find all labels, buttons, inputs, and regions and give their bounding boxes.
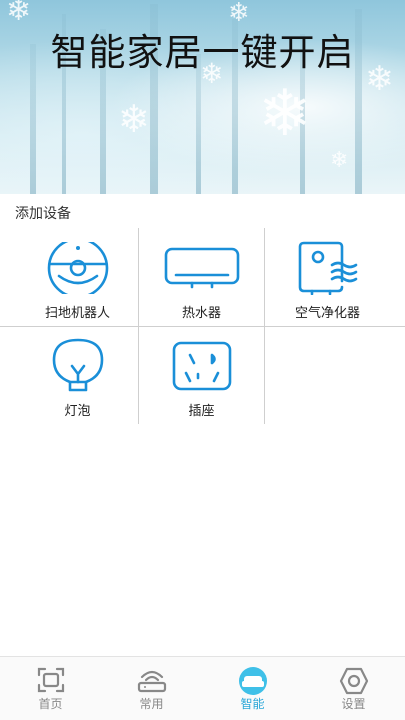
nav-label: 首页: [38, 697, 63, 711]
device-air-purifier[interactable]: 空气净化器: [260, 228, 395, 326]
snowflake-icon: ❄: [330, 148, 349, 173]
device-robot-vacuum[interactable]: 扫地机器人: [10, 228, 145, 326]
nav-smart[interactable]: 智能: [202, 657, 303, 720]
router-icon: [101, 667, 202, 695]
device-label: 空气净化器: [294, 306, 360, 321]
robot-vacuum-icon: [10, 238, 145, 298]
nav-common[interactable]: 常用: [101, 657, 202, 720]
settings-hexagon-icon: [303, 667, 404, 695]
light-bulb-icon: [10, 336, 145, 396]
home-frame-icon: [0, 667, 101, 695]
device-light-bulb[interactable]: 灯泡: [10, 326, 145, 424]
device-water-heater[interactable]: 热水器: [134, 228, 269, 326]
air-purifier-icon: [260, 238, 395, 298]
device-label: 灯泡: [64, 404, 91, 419]
device-label: 扫地机器人: [44, 306, 110, 321]
hero-banner: ❄ ❄ ❄ ❄ ❄ ❄ ❄ 智能家居一键开启: [0, 0, 405, 194]
nav-label: 设置: [341, 697, 366, 711]
power-socket-icon: [134, 336, 269, 396]
snowflake-icon: ❄: [258, 77, 312, 151]
bottom-nav: 首页 常用 智能 设置: [0, 656, 405, 720]
nav-label: 智能: [240, 697, 265, 711]
snowflake-icon: ❄: [118, 97, 150, 141]
section-title: 添加设备: [15, 206, 71, 222]
water-heater-icon: [134, 238, 269, 298]
nav-settings[interactable]: 设置: [303, 657, 404, 720]
nav-home[interactable]: 首页: [0, 657, 101, 720]
device-label: 插座: [188, 404, 215, 419]
nav-label: 常用: [139, 697, 164, 711]
device-grid: 扫地机器人 热水器 空气净化器 灯泡 插座: [0, 228, 405, 424]
device-label: 热水器: [181, 306, 221, 321]
banner-title: 智能家居一键开启: [50, 31, 355, 74]
sofa-icon: [202, 667, 303, 695]
device-power-socket[interactable]: 插座: [134, 326, 269, 424]
